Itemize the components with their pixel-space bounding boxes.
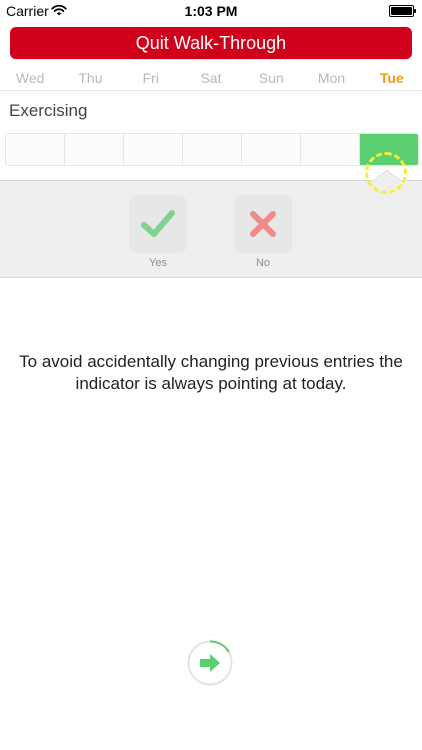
day-sun: Sun bbox=[258, 70, 284, 86]
day-mon: Mon bbox=[317, 70, 346, 86]
day-wed: Wed bbox=[15, 70, 45, 86]
habit-title: Exercising bbox=[9, 101, 88, 120]
day-thu: Thu bbox=[78, 70, 103, 86]
status-bar: Carrier 1:03 PM bbox=[0, 0, 422, 22]
checkmark-icon bbox=[141, 210, 175, 237]
cross-icon bbox=[250, 211, 276, 237]
yes-label: Yes bbox=[149, 257, 167, 269]
no-button[interactable] bbox=[234, 195, 292, 253]
day-strip: Wed Thu Fri Sat Sun Mon Tue bbox=[0, 66, 422, 91]
habit-cell-sun[interactable] bbox=[242, 134, 301, 165]
day-sat: Sat bbox=[200, 70, 222, 86]
quit-walkthrough-button[interactable]: Quit Walk-Through bbox=[10, 27, 412, 59]
today-highlight-ring bbox=[365, 152, 407, 194]
next-button[interactable] bbox=[187, 640, 233, 686]
habit-cell-sat[interactable] bbox=[183, 134, 242, 165]
answer-panel: Yes No bbox=[0, 170, 422, 278]
yes-button[interactable] bbox=[129, 195, 187, 253]
day-tue-today: Tue bbox=[379, 70, 404, 86]
habit-cell-mon[interactable] bbox=[301, 134, 360, 165]
day-fri: Fri bbox=[142, 70, 159, 86]
no-label: No bbox=[255, 257, 271, 269]
habit-cell-fri[interactable] bbox=[124, 134, 183, 165]
habit-cell-thu[interactable] bbox=[65, 134, 124, 165]
walkthrough-instruction: To avoid accidentally changing previous … bbox=[19, 352, 403, 393]
battery-icon bbox=[389, 5, 416, 17]
habit-cell-wed[interactable] bbox=[6, 134, 65, 165]
status-time: 1:03 PM bbox=[184, 3, 238, 19]
habit-grid bbox=[5, 133, 419, 166]
